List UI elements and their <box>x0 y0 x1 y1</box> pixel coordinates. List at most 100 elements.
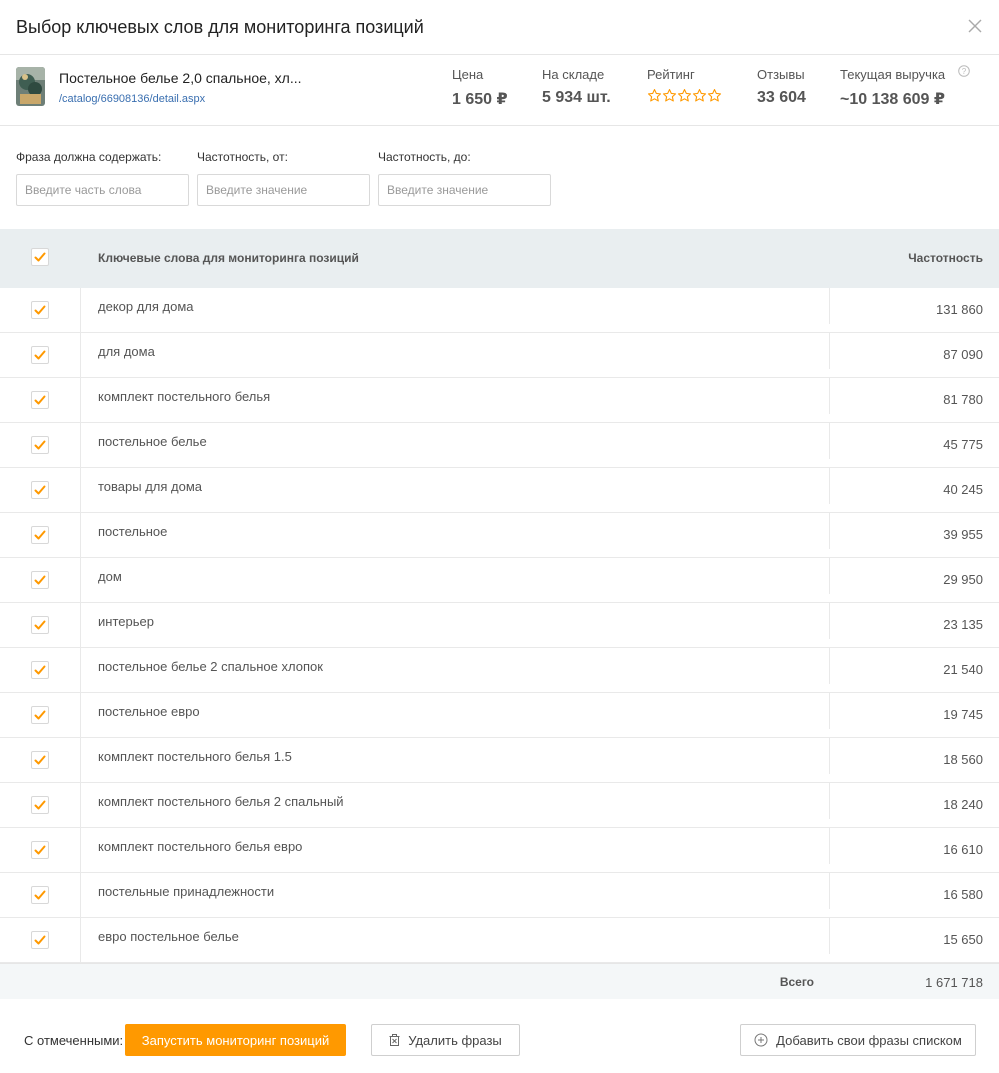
table-row[interactable]: дом 29 950 <box>0 558 999 603</box>
row-checkbox[interactable] <box>31 796 49 814</box>
table-row[interactable]: постельные принадлежности 16 580 <box>0 873 999 918</box>
modal-title: Выбор ключевых слов для мониторинга пози… <box>16 17 424 37</box>
column-frequency-header[interactable]: Частотность <box>908 251 983 265</box>
row-checkbox[interactable] <box>31 571 49 589</box>
help-icon[interactable]: ? <box>958 64 970 77</box>
table-row[interactable]: для дома 87 090 <box>0 333 999 378</box>
row-frequency: 21 540 <box>943 662 983 677</box>
price-value: 1 650 ₽ <box>452 91 508 108</box>
metric-reviews: Отзывы 33 604 <box>757 67 806 107</box>
checkbox-checked-icon[interactable] <box>31 248 49 266</box>
column-divider <box>829 423 830 459</box>
modal-header: Выбор ключевых слов для мониторинга пози… <box>0 0 999 55</box>
row-checkbox[interactable] <box>31 526 49 544</box>
column-divider <box>829 333 830 369</box>
row-keyword: комплект постельного белья 1.5 <box>98 749 292 764</box>
revenue-value: ~10 138 609 ₽ <box>840 91 945 108</box>
table-row[interactable]: интерьер 23 135 <box>0 603 999 648</box>
product-name[interactable]: Постельное белье 2,0 спальное, хл... <box>59 70 302 86</box>
row-checkbox[interactable] <box>31 481 49 499</box>
row-frequency: 39 955 <box>943 527 983 542</box>
row-keyword: евро постельное белье <box>98 929 239 944</box>
star-icon <box>662 88 677 108</box>
row-frequency: 16 610 <box>943 842 983 857</box>
row-frequency: 81 780 <box>943 392 983 407</box>
row-keyword: товары для дома <box>98 479 203 494</box>
table-row[interactable]: комплект постельного белья 2 спальный 18 … <box>0 783 999 828</box>
phrase-filter-input[interactable] <box>16 174 189 206</box>
column-divider <box>829 288 830 324</box>
metric-stock: На складе 5 934 шт. <box>542 67 611 107</box>
total-value: 1 671 718 <box>925 975 983 990</box>
row-checkbox[interactable] <box>31 301 49 319</box>
phrase-filter-label: Фраза должна содержать: <box>16 150 162 164</box>
row-frequency: 131 860 <box>936 302 983 317</box>
table-header: Ключевые слова для мониторинга позиций Ч… <box>0 229 999 288</box>
add-phrases-button[interactable]: Добавить свои фразы списком <box>740 1024 976 1056</box>
start-monitoring-button[interactable]: Запустить мониторинг позиций <box>125 1024 346 1056</box>
row-checkbox[interactable] <box>31 706 49 724</box>
trash-icon <box>389 1034 400 1046</box>
row-checkbox-cell <box>0 873 81 917</box>
reviews-value: 33 604 <box>757 89 806 106</box>
column-divider <box>829 468 830 504</box>
row-checkbox[interactable] <box>31 436 49 454</box>
table-row[interactable]: комплект постельного белья евро 16 610 <box>0 828 999 873</box>
row-checkbox[interactable] <box>31 616 49 634</box>
row-frequency: 29 950 <box>943 572 983 587</box>
keywords-table: Ключевые слова для мониторинга позиций Ч… <box>0 229 999 999</box>
svg-text:?: ? <box>962 67 967 76</box>
column-divider <box>829 783 830 819</box>
row-checkbox-cell <box>0 513 81 557</box>
metric-revenue: Текущая выручка ~10 138 609 ₽ <box>840 67 945 109</box>
column-divider <box>829 603 830 639</box>
table-row[interactable]: комплект постельного белья 1.5 18 560 <box>0 738 999 783</box>
row-checkbox-cell <box>0 558 81 602</box>
table-row[interactable]: постельное белье 2 спальное хлопок 21 540 <box>0 648 999 693</box>
row-checkbox-cell <box>0 603 81 647</box>
column-divider <box>829 873 830 909</box>
row-checkbox[interactable] <box>31 391 49 409</box>
row-checkbox[interactable] <box>31 886 49 904</box>
star-icon <box>677 88 692 108</box>
table-row[interactable]: постельное белье 45 775 <box>0 423 999 468</box>
table-row[interactable]: декор для дома 131 860 <box>0 288 999 333</box>
product-link[interactable]: /catalog/66908136/detail.aspx <box>59 93 205 105</box>
delete-phrases-button[interactable]: Удалить фразы <box>371 1024 520 1056</box>
stock-label: На складе <box>542 67 605 82</box>
table-row[interactable]: комплект постельного белья 81 780 <box>0 378 999 423</box>
column-keyword-header[interactable]: Ключевые слова для мониторинга позиций <box>98 251 359 265</box>
row-checkbox-cell <box>0 423 81 467</box>
row-keyword: постельное белье 2 спальное хлопок <box>98 659 323 674</box>
row-keyword: комплект постельного белья евро <box>98 839 303 854</box>
rating-stars <box>647 88 722 108</box>
keyword-selection-modal: Выбор ключевых слов для мониторинга пози… <box>0 0 999 1073</box>
freq-from-label: Частотность, от: <box>197 150 288 164</box>
table-row[interactable]: евро постельное белье 15 650 <box>0 918 999 963</box>
select-all-checkbox[interactable] <box>31 248 49 266</box>
row-checkbox-cell <box>0 378 81 422</box>
freq-to-label: Частотность, до: <box>378 150 471 164</box>
table-row[interactable]: товары для дома 40 245 <box>0 468 999 513</box>
freq-to-input[interactable] <box>378 174 551 206</box>
star-icon <box>647 88 662 108</box>
row-checkbox-cell <box>0 648 81 692</box>
row-frequency: 19 745 <box>943 707 983 722</box>
metric-price: Цена 1 650 ₽ <box>452 67 508 109</box>
row-checkbox[interactable] <box>31 751 49 769</box>
column-divider <box>829 558 830 594</box>
row-checkbox[interactable] <box>31 841 49 859</box>
row-checkbox[interactable] <box>31 931 49 949</box>
rating-label: Рейтинг <box>647 67 695 82</box>
price-label: Цена <box>452 67 484 82</box>
table-row[interactable]: постельное евро 19 745 <box>0 693 999 738</box>
row-checkbox-cell <box>0 783 81 827</box>
row-checkbox[interactable] <box>31 346 49 364</box>
column-divider <box>829 378 830 414</box>
freq-from-input[interactable] <box>197 174 370 206</box>
table-row[interactable]: постельное 39 955 <box>0 513 999 558</box>
row-checkbox[interactable] <box>31 661 49 679</box>
row-frequency: 16 580 <box>943 887 983 902</box>
close-icon[interactable] <box>965 16 985 36</box>
column-divider <box>829 828 830 864</box>
